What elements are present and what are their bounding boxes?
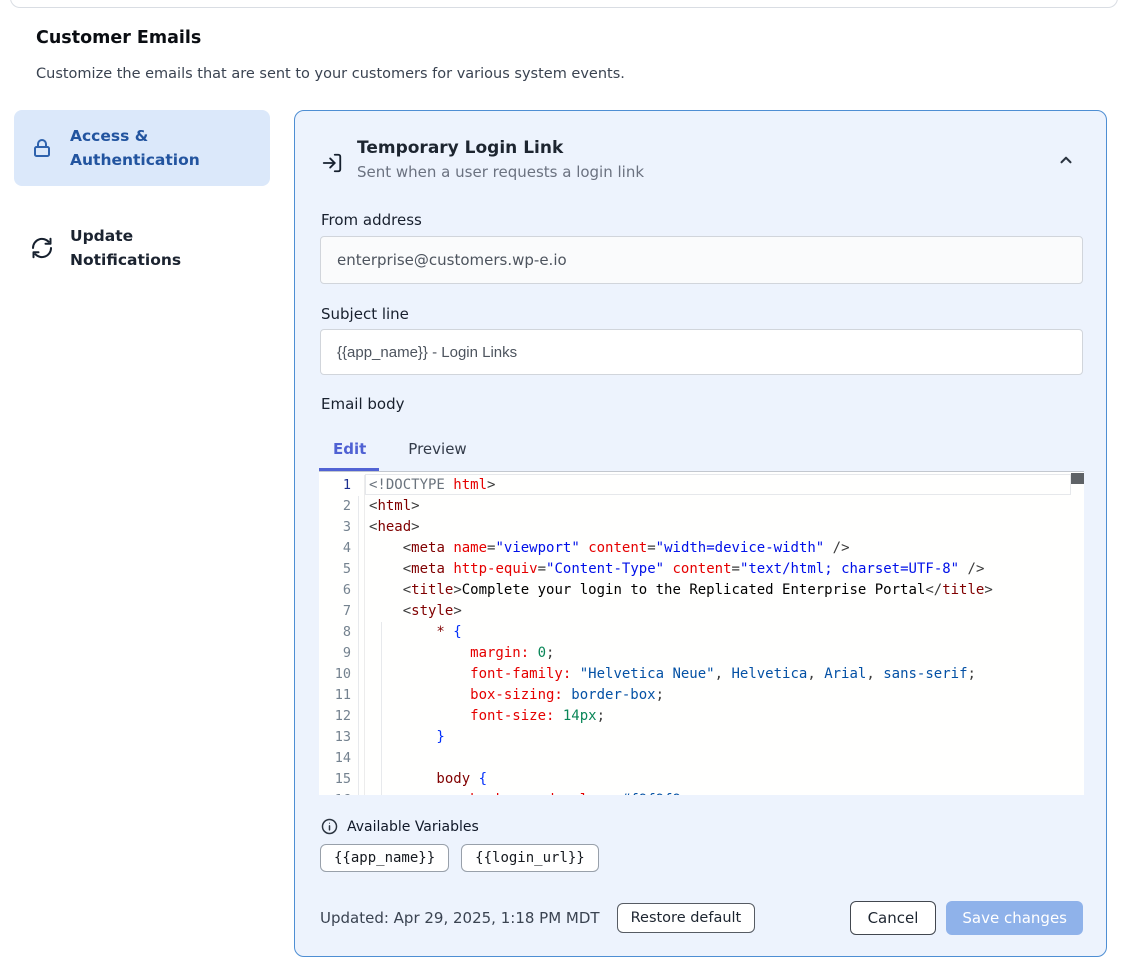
panel-header: Temporary Login Link Sent when a user re…: [321, 138, 644, 181]
subject-line-label: Subject line: [321, 305, 409, 323]
code-line[interactable]: * {: [369, 622, 1070, 643]
code-line[interactable]: <title>Complete your login to the Replic…: [369, 580, 1070, 601]
available-variables-label: Available Variables: [347, 819, 479, 835]
from-address-input[interactable]: [320, 236, 1083, 284]
save-changes-button[interactable]: Save changes: [946, 901, 1083, 935]
tab-preview[interactable]: Preview: [394, 436, 480, 462]
chevron-up-icon: [1057, 151, 1075, 169]
panel-title: Temporary Login Link: [357, 138, 644, 158]
code-line[interactable]: }: [369, 727, 1070, 748]
code-line[interactable]: [369, 748, 1070, 769]
code-line[interactable]: <meta name="viewport" content="width=dev…: [369, 538, 1070, 559]
sidebar-item-label: Access & Authentication: [70, 124, 220, 172]
code-editor[interactable]: 12345678910111213141516 <!DOCTYPE html><…: [319, 471, 1084, 795]
code-line[interactable]: <!DOCTYPE html>: [369, 475, 1070, 496]
sidebar-item-label: Update Notifications: [70, 224, 220, 272]
available-variables-row: Available Variables: [321, 818, 479, 835]
code-line[interactable]: <head>: [369, 517, 1070, 538]
code-line[interactable]: <html>: [369, 496, 1070, 517]
panel-footer: Updated: Apr 29, 2025, 1:18 PM MDT Resto…: [320, 901, 1083, 935]
page-subtitle: Customize the emails that are sent to yo…: [36, 66, 625, 82]
indent-guide: [358, 496, 359, 795]
code-line[interactable]: <meta http-equiv="Content-Type" content=…: [369, 559, 1070, 580]
code-line[interactable]: font-family: "Helvetica Neue", Helvetica…: [369, 664, 1070, 685]
email-body-label: Email body: [321, 395, 404, 413]
variable-chip-app-name[interactable]: {{app_name}}: [320, 844, 449, 872]
line-number: 1: [319, 475, 364, 496]
temporary-login-link-panel: Temporary Login Link Sent when a user re…: [294, 110, 1107, 957]
previous-card-bottom-edge: [10, 0, 1118, 8]
code-line[interactable]: box-sizing: border-box;: [369, 685, 1070, 706]
email-body-tabs: Edit Preview: [319, 436, 481, 462]
editor-scrollbar[interactable]: [1071, 472, 1084, 795]
collapse-panel-button[interactable]: [1056, 151, 1076, 171]
refresh-icon: [30, 236, 54, 260]
info-icon: [321, 818, 338, 835]
sidebar-item-update-notifications[interactable]: Update Notifications: [14, 210, 270, 286]
email-types-sidebar: Access & Authentication Update Notificat…: [14, 110, 270, 286]
cancel-button[interactable]: Cancel: [850, 901, 937, 935]
editor-scrollbar-thumb[interactable]: [1071, 473, 1084, 484]
indent-guide: [381, 622, 382, 795]
panel-subtitle: Sent when a user requests a login link: [357, 163, 644, 181]
code-line[interactable]: body {: [369, 769, 1070, 790]
sidebar-item-access-authentication[interactable]: Access & Authentication: [14, 110, 270, 186]
restore-default-button[interactable]: Restore default: [617, 903, 756, 933]
variable-chip-login-url[interactable]: {{login_url}}: [461, 844, 599, 872]
subject-line-input[interactable]: [320, 329, 1083, 375]
tab-edit[interactable]: Edit: [319, 436, 380, 462]
code-line[interactable]: font-size: 14px;: [369, 706, 1070, 727]
from-address-label: From address: [321, 211, 422, 229]
lock-icon: [30, 136, 54, 160]
variable-chips: {{app_name}} {{login_url}}: [320, 844, 599, 872]
editor-code: <!DOCTYPE html><html><head> <meta name="…: [369, 475, 1070, 795]
login-icon: [321, 152, 343, 174]
code-line[interactable]: margin: 0;: [369, 643, 1070, 664]
page-title: Customer Emails: [36, 28, 201, 48]
updated-timestamp: Updated: Apr 29, 2025, 1:18 PM MDT: [320, 909, 600, 927]
code-line[interactable]: <style>: [369, 601, 1070, 622]
code-line[interactable]: background-color: #f9f9f9;: [369, 790, 1070, 795]
